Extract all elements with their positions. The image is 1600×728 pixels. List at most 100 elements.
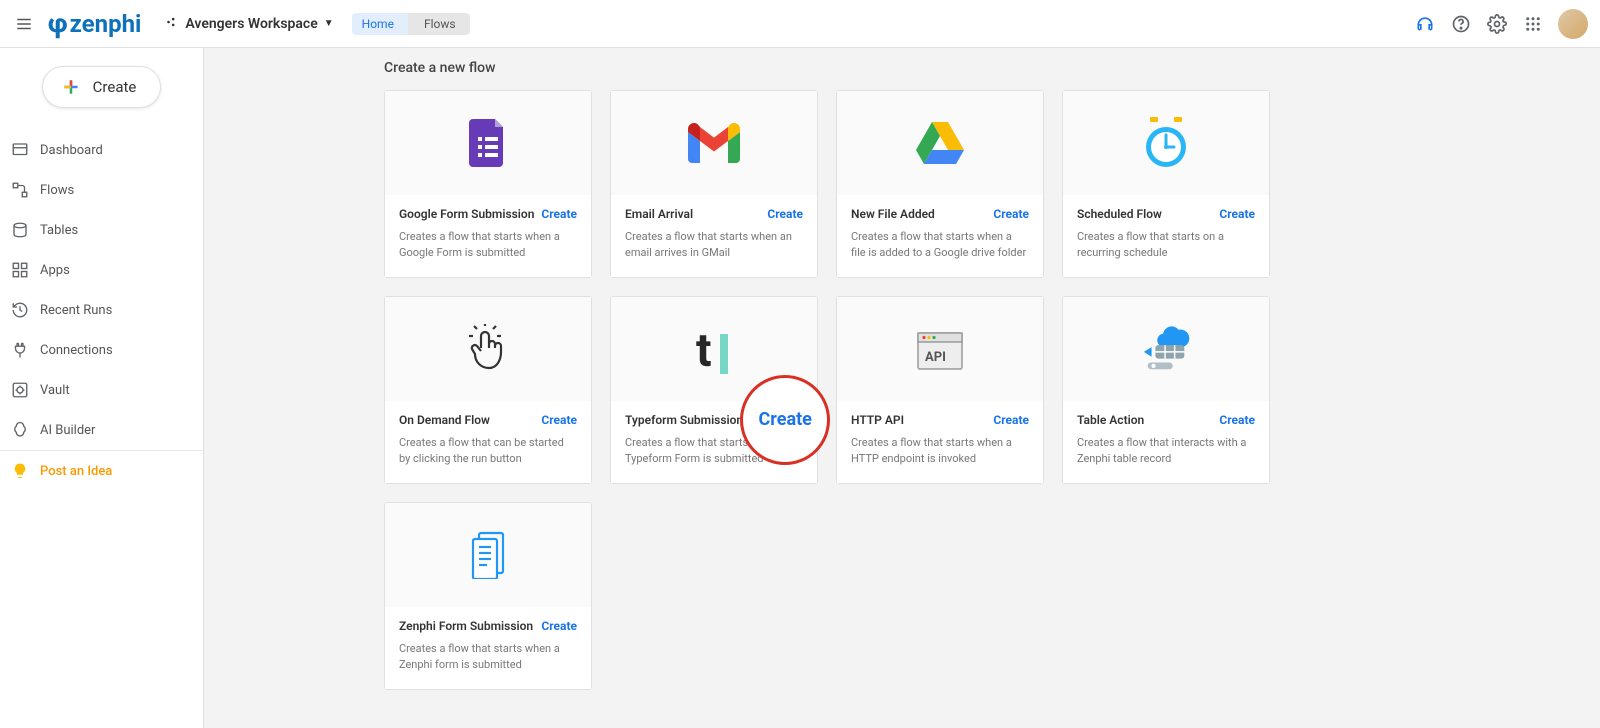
- gform-icon: [462, 119, 514, 167]
- nav-list: Dashboard Flows Tables Apps Recent Runs Conne…: [0, 130, 203, 450]
- vault-icon: [10, 380, 30, 400]
- card-title: Google Form Submission: [399, 207, 534, 221]
- breadcrumb-current[interactable]: Flows: [408, 13, 470, 35]
- card-icon-area: [385, 91, 591, 195]
- plus-icon: [61, 77, 81, 97]
- recent-icon: [10, 300, 30, 320]
- card-create-link[interactable]: Create: [541, 619, 577, 633]
- card-title: Scheduled Flow: [1077, 207, 1162, 221]
- flow-card: Email Arrival Create Creates a flow that s…: [610, 90, 818, 278]
- tableaction-icon: [1140, 325, 1192, 373]
- card-icon-area: [385, 297, 591, 401]
- card-description: Creates a flow that starts when an email…: [625, 229, 803, 261]
- sidebar-item-vault[interactable]: Vault: [0, 370, 203, 410]
- card-icon-area: [1063, 91, 1269, 195]
- sidebar-item-ai[interactable]: AI Builder: [0, 410, 203, 450]
- sidebar-item-label: AI Builder: [40, 423, 95, 438]
- workspace-selector[interactable]: Avengers Workspace ▼: [165, 15, 333, 33]
- card-icon-area: [385, 503, 591, 607]
- card-icon-area: [611, 91, 817, 195]
- tables-icon: [10, 220, 30, 240]
- sidebar-item-dashboard[interactable]: Dashboard: [0, 130, 203, 170]
- sidebar-item-label: Dashboard: [40, 143, 103, 158]
- card-description: Creates a flow that starts when a Zenphi…: [399, 641, 577, 673]
- card-create-link[interactable]: Create: [1219, 413, 1255, 427]
- card-create-link[interactable]: Create: [541, 413, 577, 427]
- typeform-icon: t: [688, 325, 740, 373]
- card-description: Creates a flow that starts when a HTTP e…: [851, 435, 1029, 467]
- top-bar: φzenphi Avengers Workspace ▼ Home Flows: [0, 0, 1600, 48]
- create-button-label: Create: [93, 78, 137, 96]
- breadcrumb: Home Flows: [352, 13, 470, 35]
- content: Create a new flow Google Form Submission…: [204, 48, 1600, 728]
- page-title: Create a new flow: [384, 60, 1580, 76]
- workspace-label: Avengers Workspace: [185, 16, 317, 32]
- card-icon-area: t: [611, 297, 817, 401]
- top-actions: [1414, 9, 1588, 39]
- post-idea-label: Post an Idea: [40, 464, 112, 479]
- chevron-down-icon: ▼: [324, 18, 334, 29]
- avatar[interactable]: [1558, 9, 1588, 39]
- card-create-link[interactable]: Create: [993, 207, 1029, 221]
- sidebar-item-flows[interactable]: Flows: [0, 170, 203, 210]
- sidebar-item-post-idea[interactable]: Post an Idea: [0, 451, 203, 491]
- connections-icon: [10, 340, 30, 360]
- card-title: Table Action: [1077, 413, 1144, 427]
- flow-card: Zenphi Form Submission Create Creates a fl…: [384, 502, 592, 690]
- svg-text:API: API: [925, 350, 946, 365]
- card-description: Creates a flow that interacts with a Zen…: [1077, 435, 1255, 467]
- card-title: HTTP API: [851, 413, 904, 427]
- flow-card: API HTTP API Create Creates a flow that sta…: [836, 296, 1044, 484]
- create-button[interactable]: Create: [42, 66, 162, 108]
- settings-icon[interactable]: [1486, 13, 1508, 35]
- card-description: Creates a flow that can be started by cl…: [399, 435, 577, 467]
- card-title: Zenphi Form Submission: [399, 619, 533, 633]
- clock-icon: [1140, 119, 1192, 167]
- sidebar-item-recent[interactable]: Recent Runs: [0, 290, 203, 330]
- tap-icon: [462, 325, 514, 373]
- sidebar-item-connections[interactable]: Connections: [0, 330, 203, 370]
- flow-card: New File Added Create Creates a flow that …: [836, 90, 1044, 278]
- apps-grid-icon[interactable]: [1522, 13, 1544, 35]
- card-title: On Demand Flow: [399, 413, 490, 427]
- card-title: New File Added: [851, 207, 935, 221]
- help-icon[interactable]: [1450, 13, 1472, 35]
- sidebar-item-label: Vault: [40, 383, 70, 398]
- sidebar-item-label: Recent Runs: [40, 303, 112, 318]
- svg-text:t: t: [696, 324, 712, 374]
- breadcrumb-home[interactable]: Home: [352, 13, 408, 35]
- dashboard-icon: [10, 140, 30, 160]
- flow-card: tTypeform SubmissionCreateCreates a flow…: [610, 296, 818, 484]
- api-icon: API: [914, 325, 966, 373]
- flow-card: On Demand Flow Create Creates a flow that …: [384, 296, 592, 484]
- headset-icon[interactable]: [1414, 13, 1436, 35]
- flow-card: Table Action Create Creates a flow that in…: [1062, 296, 1270, 484]
- card-title: Email Arrival: [625, 207, 693, 221]
- sidebar-item-tables[interactable]: Tables: [0, 210, 203, 250]
- workspace-dots-icon: [165, 15, 179, 33]
- sidebar-item-label: Connections: [40, 343, 113, 358]
- card-create-link[interactable]: Create: [767, 207, 803, 221]
- card-create-link[interactable]: Create: [1219, 207, 1255, 221]
- logo-text: zenphi: [70, 10, 142, 38]
- sidebar-item-apps[interactable]: Apps: [0, 250, 203, 290]
- sidebar-item-label: Tables: [40, 223, 78, 238]
- menu-toggle-icon[interactable]: [12, 12, 36, 36]
- card-description: Creates a flow that starts on a recurrin…: [1077, 229, 1255, 261]
- card-description: Creates a flow that starts when a file i…: [851, 229, 1029, 261]
- card-icon-area: API: [837, 297, 1043, 401]
- ai-icon: [10, 420, 30, 440]
- flow-card: Scheduled Flow Create Creates a flow that …: [1062, 90, 1270, 278]
- card-description: Creates a flow that starts when a Typefo…: [625, 435, 803, 467]
- lightbulb-icon: [10, 461, 30, 481]
- card-create-link[interactable]: Create: [767, 413, 803, 427]
- card-icon-area: [837, 91, 1043, 195]
- apps-icon: [10, 260, 30, 280]
- flows-icon: [10, 180, 30, 200]
- card-create-link[interactable]: Create: [541, 207, 577, 221]
- gdrive-icon: [914, 119, 966, 167]
- flow-card: Google Form SubmissionCreateCreates a fl…: [384, 90, 592, 278]
- sidebar: Create Dashboard Flows Tables Apps Recent Ru…: [0, 48, 204, 728]
- logo[interactable]: φzenphi: [48, 9, 141, 39]
- card-create-link[interactable]: Create: [993, 413, 1029, 427]
